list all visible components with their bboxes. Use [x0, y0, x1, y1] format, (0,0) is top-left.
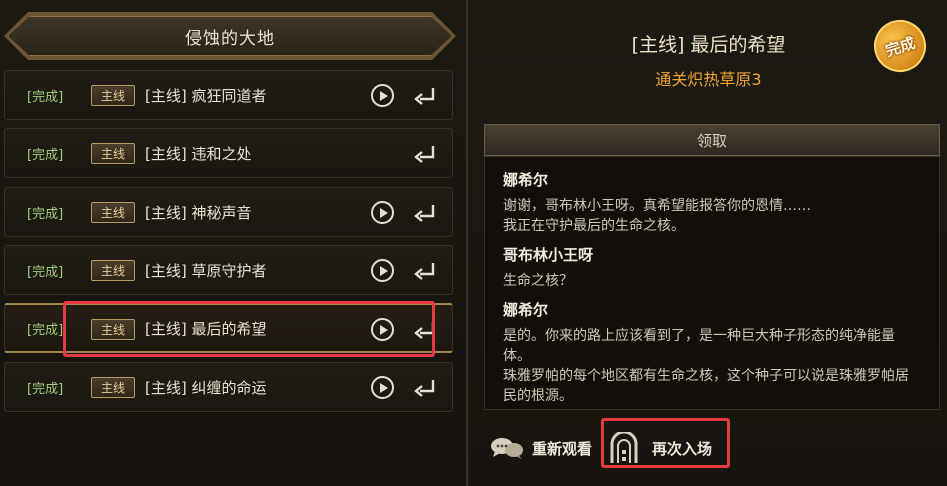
quest-row[interactable]: [完成] 主线 [主线] 违和之处 [4, 128, 453, 178]
reenter-button[interactable]: 再次入场 [610, 430, 712, 466]
quest-status: [完成] [27, 89, 64, 105]
quest-row[interactable]: [完成] 主线 [主线] 疯狂同道者 [4, 70, 453, 120]
quest-type-tag: 主线 [91, 260, 135, 281]
quest-detail-panel: [主线] 最后的希望 通关炽热草原3 完成 领取 娜希尔 谢谢，哥布林小王呀。真… [470, 0, 947, 486]
quest-name: [主线] 神秘声音 [145, 203, 252, 222]
quest-objective: 通关炽热草原3 [655, 70, 762, 89]
gate-portal-icon [610, 432, 638, 463]
dialogue-box: 娜希尔 谢谢，哥布林小王呀。真希望能报答你的恩情…… 我正在守护最后的生命之核。… [484, 156, 940, 410]
quest-name: [主线] 纠缠的命运 [145, 378, 267, 397]
quest-list-panel: 侵蚀的大地 [完成] 主线 [主线] 疯狂同道者 [完成] 主线 [主线] 违和… [0, 0, 468, 486]
quest-name: [主线] 草原守护者 [145, 261, 267, 280]
quest-status: [完成] [27, 322, 64, 338]
quest-type-tag: 主线 [91, 85, 135, 106]
region-header: 侵蚀的大地 [8, 16, 452, 56]
dialogue-line: 是的。你来的路上应该看到了，是一种巨大种子形态的纯净能量体。 珠雅罗帕的每个地区… [503, 328, 909, 404]
quest-status: [完成] [27, 206, 64, 222]
dialogue-speaker: 娜希尔 [503, 301, 549, 319]
claim-button[interactable]: 领取 [484, 124, 940, 156]
quest-status: [完成] [27, 381, 64, 397]
quest-type-tag: 主线 [91, 143, 135, 164]
quest-status: [完成] [27, 147, 64, 163]
quest-row[interactable]: [完成] 主线 [主线] 神秘声音 [4, 187, 453, 237]
return-arrow-icon[interactable] [413, 142, 437, 164]
return-arrow-icon[interactable] [413, 259, 437, 281]
seal-text: 完成 [883, 33, 918, 60]
play-circle-icon[interactable] [371, 201, 394, 224]
quest-row-selected[interactable]: [完成] 主线 [主线] 最后的希望 [4, 303, 453, 353]
speech-bubbles-icon [491, 438, 523, 459]
play-circle-icon[interactable] [371, 376, 394, 399]
quest-name: [主线] 违和之处 [145, 144, 252, 163]
quest-row[interactable]: [完成] 主线 [主线] 纠缠的命运 [4, 362, 453, 412]
quest-type-tag: 主线 [91, 202, 135, 223]
play-circle-icon[interactable] [371, 318, 394, 341]
return-arrow-icon[interactable] [413, 84, 437, 106]
rewatch-label: 重新观看 [532, 439, 593, 458]
quest-type-tag: 主线 [91, 319, 135, 340]
quest-status: [完成] [27, 264, 64, 280]
quest-row[interactable]: [完成] 主线 [主线] 草原守护者 [4, 245, 453, 295]
claim-label: 领取 [696, 131, 727, 150]
dialogue-line: 谢谢，哥布林小王呀。真希望能报答你的恩情…… 我正在守护最后的生命之核。 [503, 198, 811, 234]
return-arrow-icon[interactable] [413, 201, 437, 223]
return-arrow-icon[interactable] [413, 376, 437, 398]
return-arrow-icon[interactable] [413, 318, 437, 340]
quest-name: [主线] 最后的希望 [145, 319, 267, 338]
rewatch-button[interactable]: 重新观看 [490, 430, 592, 466]
play-circle-icon[interactable] [371, 259, 394, 282]
action-bar: 重新观看 再次入场 [484, 420, 940, 476]
dialogue-line: 生命之核？ [503, 273, 573, 289]
quest-type-tag: 主线 [91, 377, 135, 398]
region-title: 侵蚀的大地 [185, 28, 275, 49]
dialogue-speaker: 哥布林小王呀 [503, 246, 594, 264]
dialogue-speaker: 娜希尔 [503, 171, 549, 189]
quest-name: [主线] 疯狂同道者 [145, 86, 267, 105]
reenter-label: 再次入场 [652, 439, 713, 458]
play-circle-icon[interactable] [371, 84, 394, 107]
